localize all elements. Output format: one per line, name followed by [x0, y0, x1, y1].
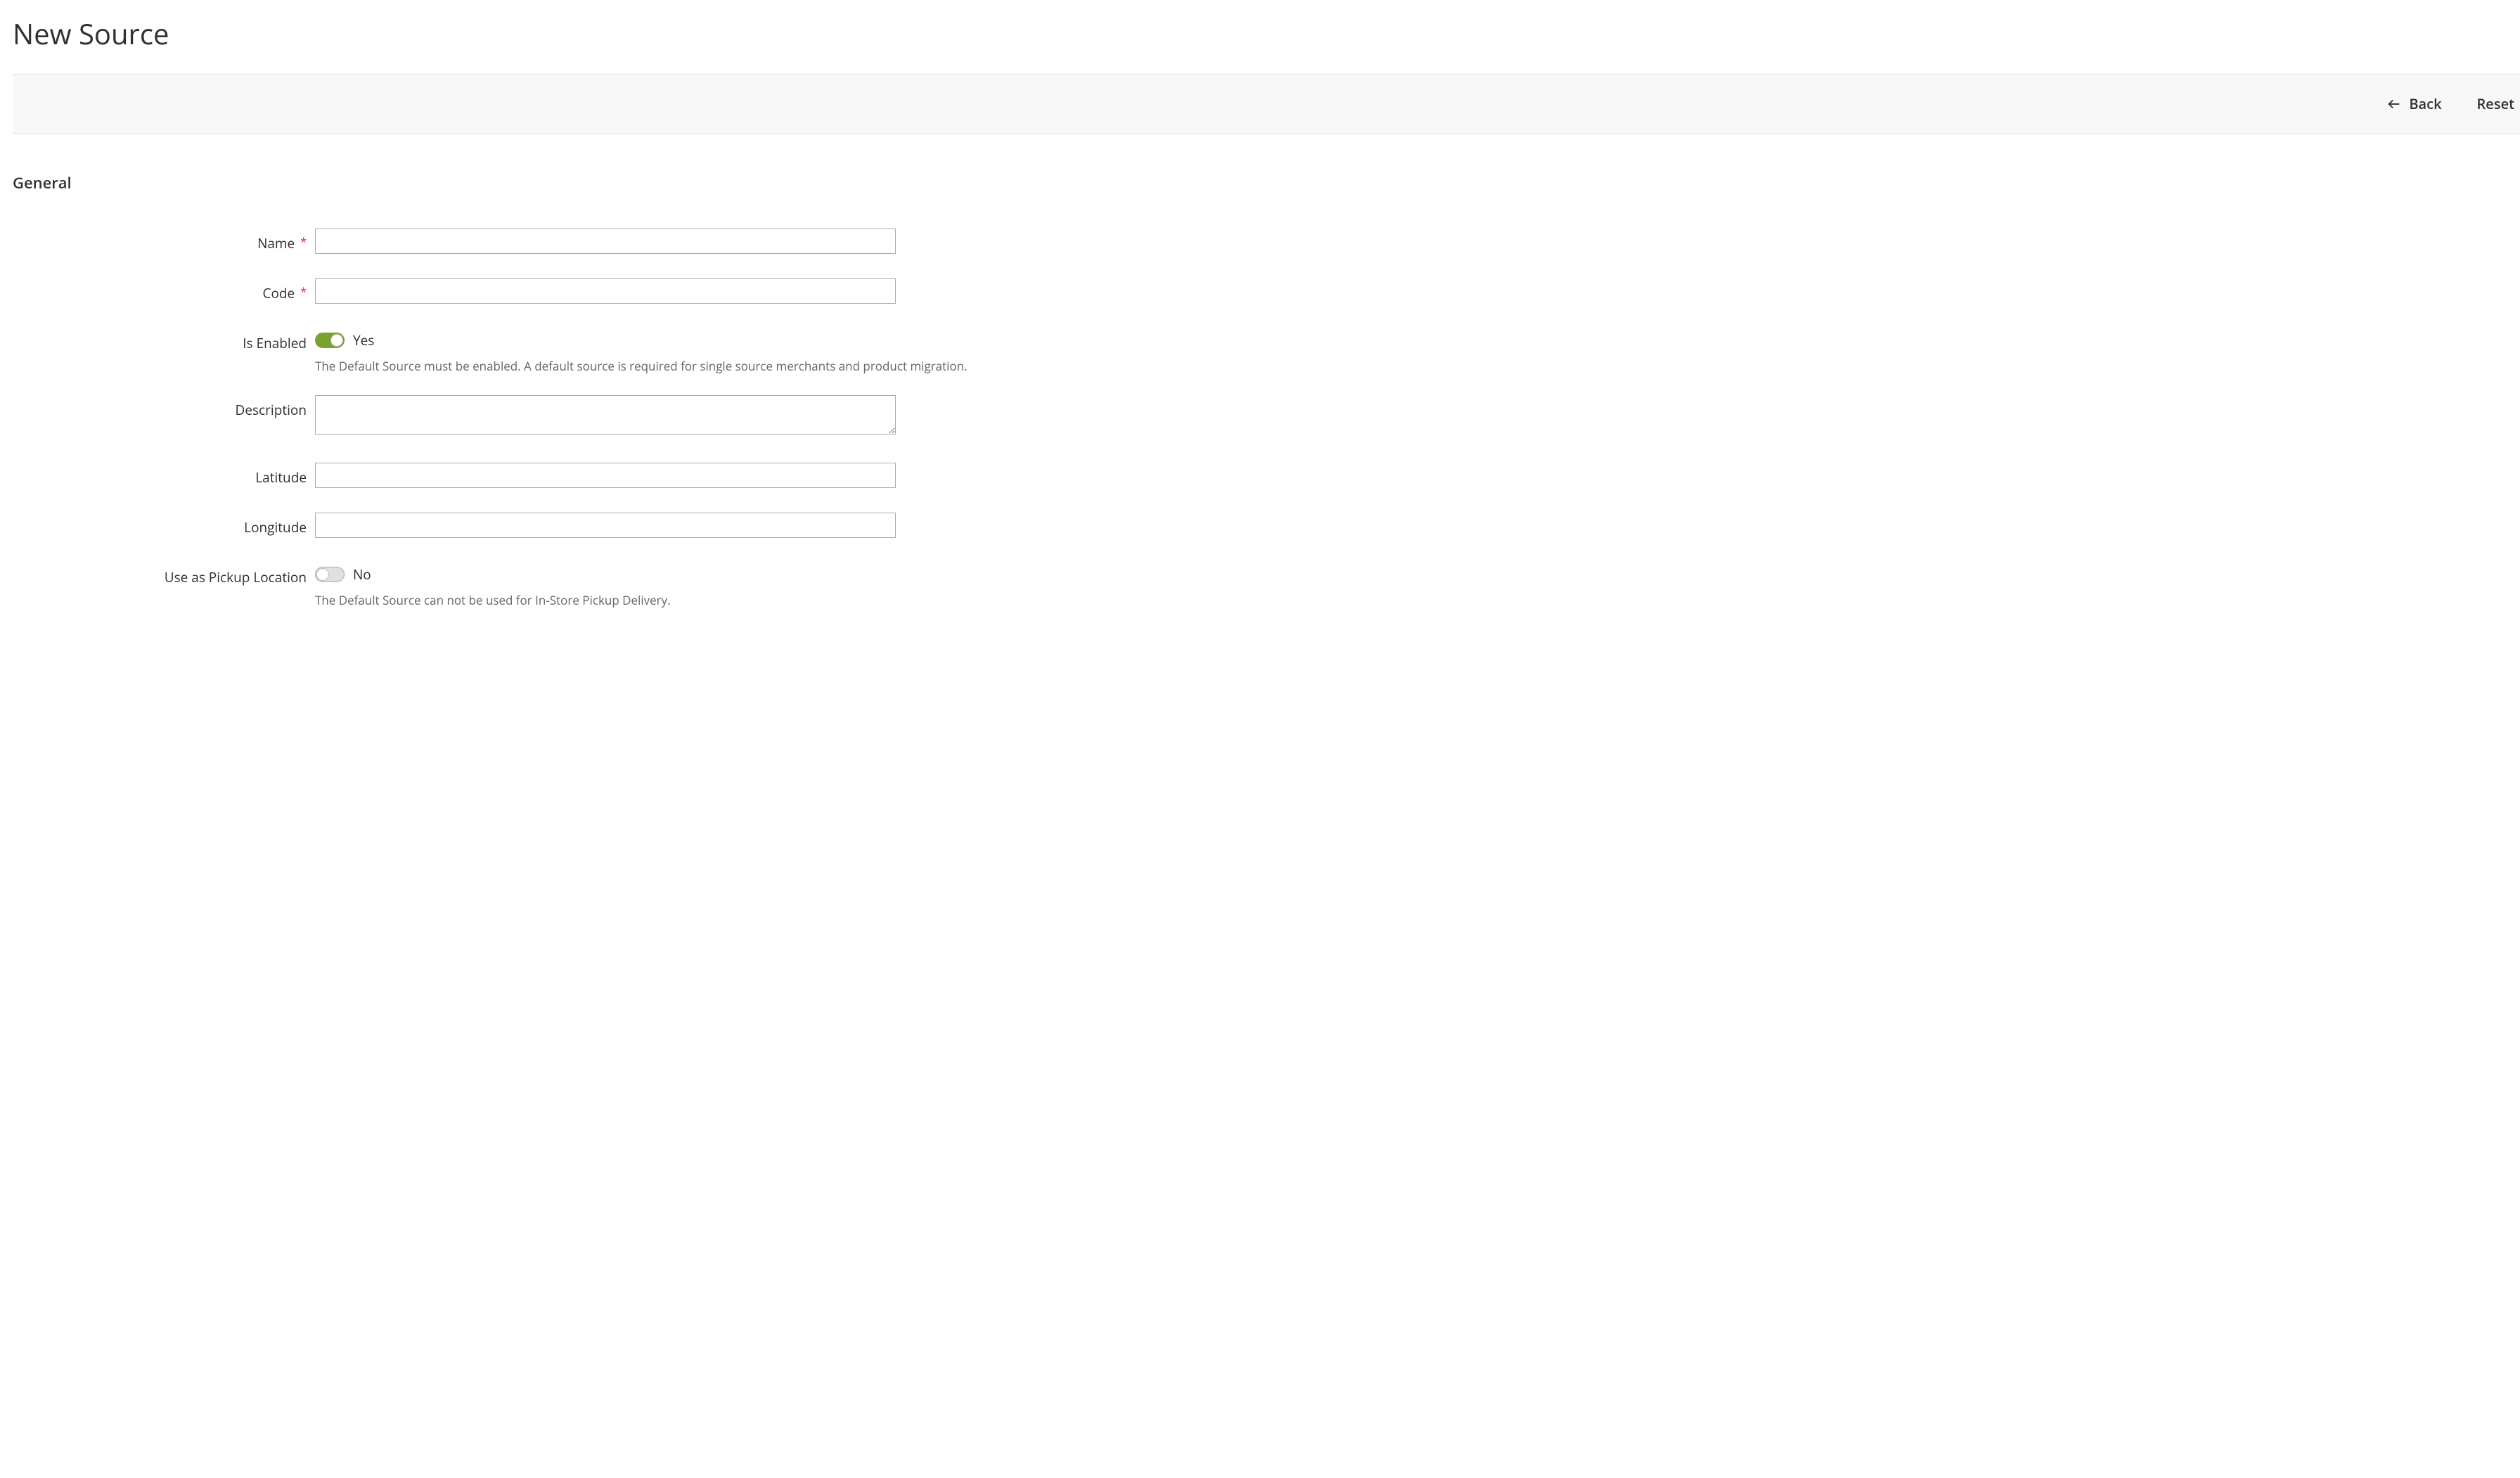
required-icon: * [300, 234, 307, 250]
latitude-label: Latitude [0, 463, 307, 487]
longitude-input[interactable] [315, 513, 896, 538]
back-button[interactable]: Back [2386, 94, 2441, 113]
longitude-label: Longitude [0, 513, 307, 536]
section-general-title: General [0, 134, 2520, 193]
enabled-toggle[interactable] [315, 333, 345, 348]
pickup-label: Use as Pickup Location [0, 563, 307, 586]
field-row-description: Description [0, 395, 2520, 438]
reset-label: Reset [2477, 94, 2514, 113]
field-row-name: Name * [0, 229, 2520, 254]
field-row-code: Code * [0, 278, 2520, 304]
toggle-knob-icon [330, 334, 343, 347]
description-label: Description [0, 395, 307, 419]
action-bar: Back Reset [13, 74, 2520, 134]
code-input[interactable] [315, 278, 896, 304]
toggle-knob-icon [316, 568, 329, 581]
name-input[interactable] [315, 229, 896, 254]
pickup-toggle[interactable] [315, 567, 345, 582]
name-label: Name * [0, 229, 307, 252]
field-row-latitude: Latitude [0, 463, 2520, 488]
reset-button[interactable]: Reset [2477, 94, 2520, 113]
name-label-text: Name [257, 234, 295, 252]
page-title: New Source [0, 0, 2520, 74]
arrow-left-icon [2386, 96, 2402, 112]
pickup-help-text: The Default Source can not be used for I… [315, 592, 2520, 608]
enabled-label: Is Enabled [0, 328, 307, 352]
code-label-text: Code [262, 284, 295, 302]
enabled-help-text: The Default Source must be enabled. A de… [315, 358, 2520, 374]
latitude-input[interactable] [315, 463, 896, 488]
required-icon: * [300, 284, 307, 300]
field-row-pickup: Use as Pickup Location No [0, 563, 2520, 586]
form-general: Name * Code * Is Enabled Yes The Default S… [0, 193, 2520, 650]
field-row-longitude: Longitude [0, 513, 2520, 538]
code-label: Code * [0, 278, 307, 302]
pickup-value: No [353, 565, 371, 584]
back-label: Back [2409, 94, 2441, 113]
description-input[interactable] [315, 395, 896, 435]
field-row-enabled: Is Enabled Yes [0, 328, 2520, 352]
enabled-value: Yes [353, 331, 374, 349]
